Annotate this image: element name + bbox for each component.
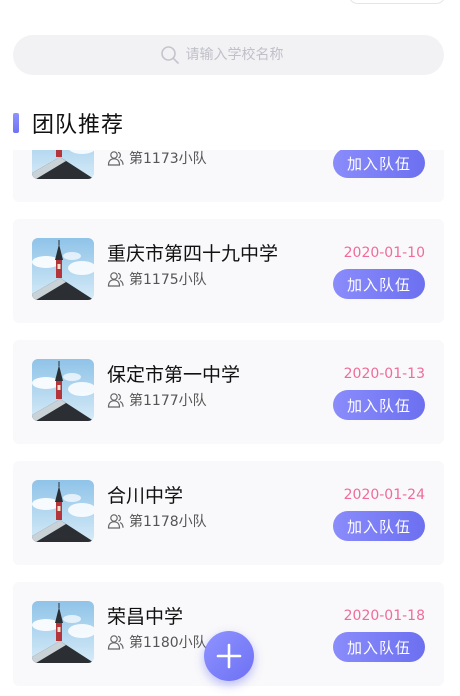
school-name: 保定市第一中学 [107,364,241,386]
team-card[interactable]: 重庆市第四十九中学 第1175小队 2020-01-10 加入队伍 [13,219,444,323]
team-date: 2020-01-10 [343,245,425,261]
join-team-button[interactable]: 加入队伍 [333,269,425,299]
section-title: 团队推荐 [32,113,125,138]
church-steeple-image [32,359,94,421]
top-pill-button[interactable] [348,0,446,4]
team-number: 第1175小队 [107,269,207,289]
plus-icon [216,643,242,669]
people-icon [107,151,124,166]
team-card[interactable]: 第1173小队 加入队伍 [13,150,444,202]
team-label: 第1180小队 [129,635,207,651]
people-icon [107,393,124,408]
join-team-button[interactable]: 加入队伍 [333,390,425,420]
school-thumbnail [32,238,94,300]
people-icon [107,272,124,287]
team-date: 2020-01-18 [343,608,425,624]
team-label: 第1175小队 [129,272,207,288]
church-steeple-image [32,150,94,179]
team-card[interactable]: 保定市第一中学 第1177小队 2020-01-13 加入队伍 [13,340,444,444]
section-accent-bar [13,113,19,133]
team-label: 第1177小队 [129,393,207,409]
school-name: 合川中学 [107,485,184,507]
team-label: 第1178小队 [129,514,207,530]
church-steeple-image [32,601,94,663]
team-number: 第1173小队 [107,150,207,168]
search-icon [160,46,179,64]
school-thumbnail [32,480,94,542]
church-steeple-image [32,480,94,542]
section-header: 团队推荐 [13,108,124,138]
school-thumbnail [32,150,94,179]
team-list[interactable]: 第1173小队 加入队伍 重庆市第四十九中学 第1175小队 2020-01-1… [0,150,460,696]
church-steeple-image [32,238,94,300]
add-team-button[interactable] [204,631,254,681]
team-label: 第1173小队 [129,151,207,167]
team-number: 第1177小队 [107,390,207,410]
join-team-button[interactable]: 加入队伍 [333,150,425,178]
team-number: 第1178小队 [107,511,207,531]
people-icon [107,635,124,650]
school-thumbnail [32,601,94,663]
people-icon [107,514,124,529]
school-name: 重庆市第四十九中学 [107,243,279,265]
school-name: 荣昌中学 [107,606,184,628]
search-input[interactable] [185,47,298,63]
team-date: 2020-01-13 [343,366,425,382]
join-team-button[interactable]: 加入队伍 [333,632,425,662]
team-number: 第1180小队 [107,632,207,652]
join-team-button[interactable]: 加入队伍 [333,511,425,541]
search-bar[interactable] [13,35,444,75]
school-thumbnail [32,359,94,421]
team-date: 2020-01-24 [343,487,425,503]
team-card[interactable]: 合川中学 第1178小队 2020-01-24 加入队伍 [13,461,444,565]
